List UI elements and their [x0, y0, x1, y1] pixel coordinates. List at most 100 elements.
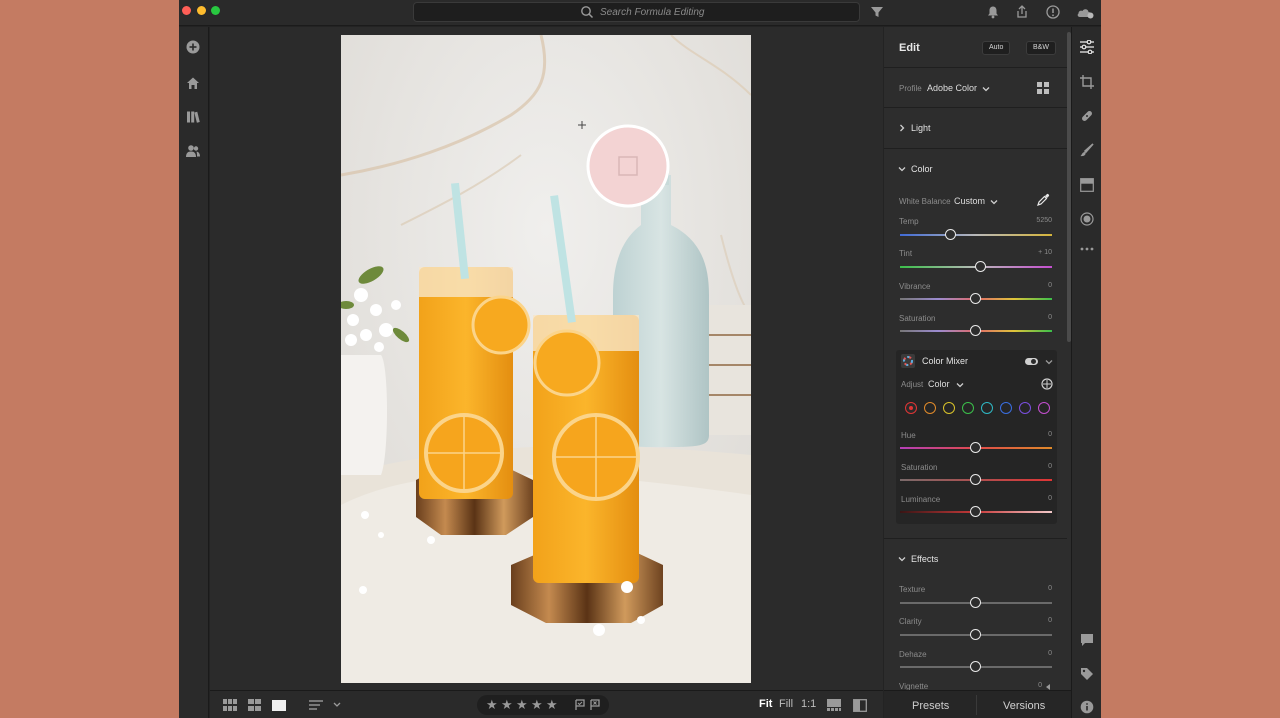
dehaze-value[interactable]: 0 [1022, 650, 1052, 657]
saturation-slider[interactable] [900, 325, 1052, 337]
temp-slider-knob[interactable] [945, 229, 956, 240]
luminance-slider[interactable] [900, 506, 1052, 518]
mixer-saturation-value[interactable]: 0 [1022, 463, 1052, 470]
reject-flag-icon[interactable] [589, 699, 601, 711]
texture-slider-knob[interactable] [970, 597, 981, 608]
saturation-value[interactable]: 0 [1022, 314, 1052, 321]
vibrance-value[interactable]: 0 [1022, 282, 1052, 289]
star-4[interactable]: ★ [531, 697, 543, 713]
vignette-options-icon[interactable] [1044, 683, 1052, 690]
edit-panel-title: Edit [899, 42, 920, 54]
auto-button[interactable]: Auto [982, 41, 1011, 55]
luminance-value[interactable]: 0 [1022, 495, 1052, 502]
mixer-saturation-slider-knob[interactable] [970, 474, 981, 485]
zoom-1-1-button[interactable]: 1:1 [801, 698, 816, 710]
clarity-label: Clarity [899, 617, 922, 626]
more-tools-button[interactable] [1077, 239, 1097, 259]
keywords-button[interactable] [1077, 664, 1097, 684]
filter-icon[interactable] [869, 4, 885, 20]
before-after-button[interactable] [852, 697, 868, 713]
light-section-header[interactable]: Light [911, 123, 931, 133]
orange-swatch[interactable] [924, 402, 936, 414]
tint-value[interactable]: + 10 [1022, 249, 1052, 256]
healing-tool-button[interactable] [1077, 106, 1097, 126]
library-button[interactable] [182, 106, 204, 128]
hue-value[interactable]: 0 [1022, 431, 1052, 438]
color-section-header[interactable]: Color [911, 164, 933, 174]
chevron-down-icon[interactable] [1045, 358, 1053, 366]
mixer-saturation-slider[interactable] [900, 474, 1052, 486]
square-grid-view-button[interactable] [246, 697, 262, 713]
texture-slider[interactable] [900, 597, 1052, 609]
luminance-slider-knob[interactable] [970, 506, 981, 517]
search-input[interactable] [600, 4, 840, 20]
add-photo-button[interactable] [182, 36, 204, 58]
yellow-swatch[interactable] [943, 402, 955, 414]
eyedropper-icon[interactable] [1036, 193, 1050, 207]
vignette-value[interactable]: 0 [1012, 682, 1042, 689]
linear-gradient-tool-button[interactable] [1077, 175, 1097, 195]
minimize-window-button[interactable] [197, 6, 206, 15]
dehaze-slider-knob[interactable] [970, 661, 981, 672]
green-swatch[interactable] [962, 402, 974, 414]
photo-canvas[interactable] [210, 27, 883, 690]
brush-tool-button[interactable] [1077, 140, 1097, 160]
profile-browser-icon[interactable] [1037, 82, 1049, 94]
tint-slider-knob[interactable] [975, 261, 986, 272]
radial-gradient-tool-button[interactable] [1077, 209, 1097, 229]
photo-preview[interactable] [341, 35, 751, 683]
magenta-swatch[interactable] [1038, 402, 1050, 414]
zoom-window-button[interactable] [211, 6, 220, 15]
hue-slider-knob[interactable] [970, 442, 981, 453]
star-3[interactable]: ★ [516, 697, 528, 713]
filmstrip-button[interactable] [826, 697, 842, 713]
texture-value[interactable]: 0 [1022, 585, 1052, 592]
zoom-fill-button[interactable]: Fill [779, 698, 793, 710]
targeted-adjustment-icon[interactable] [1041, 378, 1053, 390]
clarity-slider[interactable] [900, 629, 1052, 641]
tint-slider[interactable] [900, 261, 1052, 273]
presets-button[interactable]: Presets [912, 700, 949, 712]
share-icon[interactable] [1014, 4, 1030, 20]
people-button[interactable] [182, 140, 204, 162]
grid-view-button[interactable] [222, 697, 238, 713]
color-mixer-toggle[interactable] [1025, 358, 1038, 365]
vibrance-slider-knob[interactable] [970, 293, 981, 304]
search-box[interactable] [413, 2, 860, 22]
hue-slider[interactable] [900, 442, 1052, 454]
comments-button[interactable] [1077, 630, 1097, 650]
star-5[interactable]: ★ [546, 697, 558, 713]
detail-view-button[interactable] [271, 697, 287, 713]
clarity-slider-knob[interactable] [970, 629, 981, 640]
dehaze-slider[interactable] [900, 661, 1052, 673]
info-button[interactable] [1077, 697, 1097, 717]
star-1[interactable]: ★ [486, 697, 498, 713]
saturation-slider-knob[interactable] [970, 325, 981, 336]
star-2[interactable]: ★ [501, 697, 513, 713]
edit-tool-button[interactable] [1077, 37, 1097, 57]
help-icon[interactable] [1045, 4, 1061, 20]
white-balance-dropdown[interactable]: Custom [954, 196, 985, 206]
effects-section-header[interactable]: Effects [911, 554, 938, 564]
red-swatch[interactable] [905, 402, 917, 414]
aqua-swatch[interactable] [981, 402, 993, 414]
blue-swatch[interactable] [1000, 402, 1012, 414]
home-button[interactable] [182, 72, 204, 94]
versions-button[interactable]: Versions [1003, 700, 1045, 712]
notifications-bell-icon[interactable] [985, 4, 1001, 20]
clarity-value[interactable]: 0 [1022, 617, 1052, 624]
purple-swatch[interactable] [1019, 402, 1031, 414]
adjust-dropdown[interactable]: Color [928, 379, 950, 389]
cloud-sync-icon[interactable] [1075, 4, 1095, 20]
temp-value[interactable]: 5250 [1022, 217, 1052, 224]
close-window-button[interactable] [182, 6, 191, 15]
sort-button[interactable] [308, 697, 342, 713]
pick-flag-icon[interactable] [574, 699, 586, 711]
profile-dropdown[interactable]: Adobe Color [927, 83, 977, 93]
crop-tool-button[interactable] [1077, 72, 1097, 92]
black-white-button[interactable]: B&W [1026, 41, 1056, 55]
divider [884, 538, 1067, 539]
vibrance-slider[interactable] [900, 293, 1052, 305]
temp-slider[interactable] [900, 229, 1052, 241]
zoom-fit-button[interactable]: Fit [759, 698, 772, 710]
